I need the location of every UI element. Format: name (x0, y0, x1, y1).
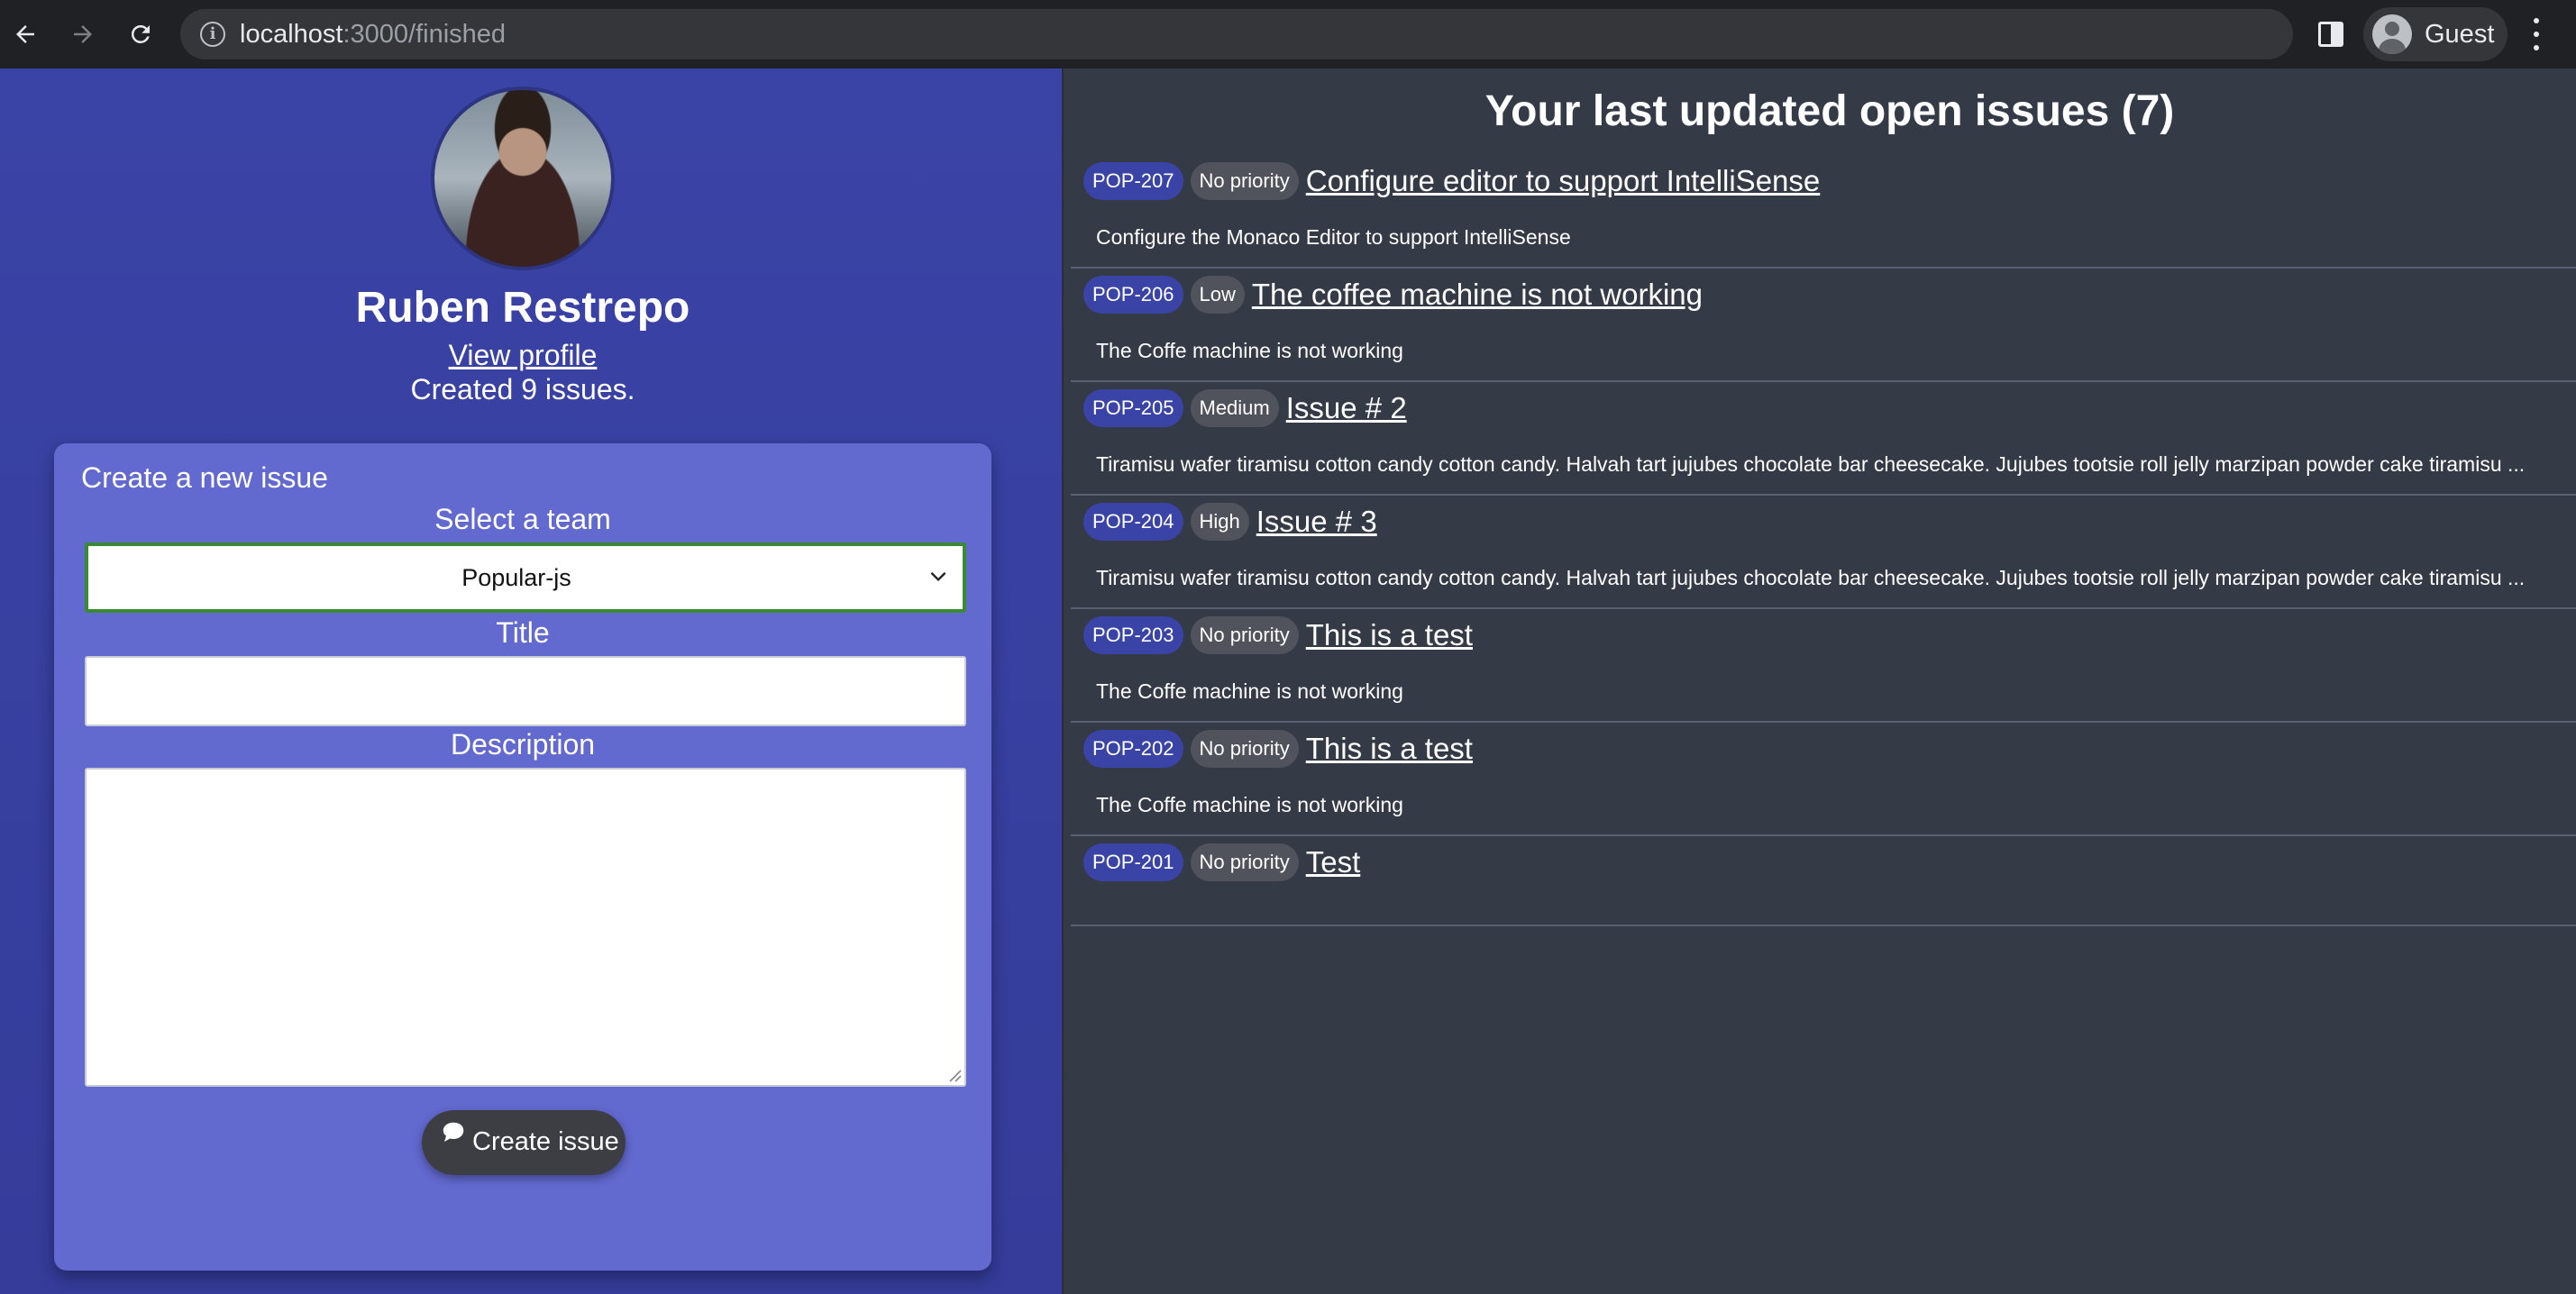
issue-description: The Coffe machine is not working (1096, 339, 1403, 362)
priority-badge: Low (1190, 276, 1245, 314)
issue-title-link[interactable]: The coffee machine is not working (1252, 278, 1703, 312)
issue-title-link[interactable]: Issue # 3 (1256, 505, 1377, 539)
user-name: Ruben Restrepo (355, 284, 690, 332)
site-info-icon[interactable]: i (200, 22, 225, 47)
team-select[interactable]: Popular-js (85, 542, 966, 613)
forward-icon[interactable] (61, 13, 105, 56)
issue-id-badge: POP-204 (1083, 503, 1183, 541)
issue-title-link[interactable]: Configure editor to support IntelliSense (1306, 164, 1821, 198)
view-profile-link[interactable]: View profile (0, 339, 1046, 372)
form-title: Create a new issue (81, 461, 328, 494)
issue-id-badge: POP-203 (1083, 616, 1183, 654)
address-bar[interactable]: i localhost:3000/finished (180, 9, 2293, 59)
issue-item: POP-205 Medium Issue # 2 Tiramisu wafer … (1071, 382, 2576, 496)
description-textarea[interactable] (85, 768, 966, 1087)
create-issue-label: Create issue (472, 1127, 619, 1156)
back-icon[interactable] (4, 13, 47, 56)
guest-avatar-icon (2372, 14, 2412, 54)
priority-badge: Medium (1190, 389, 1279, 427)
issues-heading: Your last updated open issues (7) (1484, 87, 2175, 135)
issue-item: POP-206 Low The coffee machine is not wo… (1071, 269, 2576, 382)
priority-badge: No priority (1190, 162, 1299, 200)
issue-item: POP-202 No priority This is a test The C… (1071, 723, 2576, 836)
issue-description: The Coffe machine is not working (1096, 793, 1403, 816)
title-input[interactable] (85, 656, 966, 726)
profile-panel: Ruben Restrepo View profile Created 9 is… (0, 68, 1062, 1294)
browser-menu-icon[interactable] (2531, 18, 2542, 50)
issue-id-badge: POP-205 (1083, 389, 1183, 427)
issues-panel: Your last updated open issues (7) POP-20… (1062, 68, 2576, 1294)
issue-title-link[interactable]: This is a test (1306, 618, 1473, 652)
issue-item: POP-204 High Issue # 3 Tiramisu wafer ti… (1071, 496, 2576, 609)
title-label: Title (496, 616, 550, 649)
chevron-down-icon (930, 571, 946, 582)
team-label: Select a team (434, 503, 611, 535)
view-profile-label[interactable]: View profile (449, 339, 598, 371)
created-issues-count: Created 9 issues. (410, 373, 635, 406)
profile-button[interactable]: Guest (2363, 7, 2507, 61)
url-text[interactable]: localhost:3000/finished (240, 20, 506, 49)
issue-id-badge: POP-202 (1083, 730, 1183, 768)
issue-title-link[interactable]: Test (1306, 845, 1361, 879)
priority-badge: No priority (1190, 730, 1299, 768)
issue-id-badge: POP-207 (1083, 162, 1183, 200)
priority-badge: No priority (1190, 616, 1299, 654)
issue-description: Tiramisu wafer tiramisu cotton candy cot… (1096, 452, 2526, 476)
url-host: localhost (240, 20, 343, 49)
issue-title-link[interactable]: Issue # 2 (1286, 391, 1407, 425)
issue-description: Configure the Monaco Editor to support I… (1096, 225, 1571, 249)
comment-icon (443, 1122, 464, 1142)
team-select-value: Popular-js (461, 564, 571, 591)
resize-handle-icon[interactable] (945, 1065, 963, 1083)
profile-label: Guest (2425, 20, 2495, 49)
issue-item: POP-207 No priority Configure editor to … (1071, 155, 2576, 269)
browser-toolbar: i localhost:3000/finished Guest (0, 0, 2576, 68)
reload-icon[interactable] (119, 13, 162, 56)
create-issue-form: Create a new issue Select a team Popular… (54, 443, 991, 1271)
user-avatar (431, 87, 615, 270)
issue-item: POP-203 No priority This is a test The C… (1071, 609, 2576, 723)
create-issue-button[interactable]: Create issue (422, 1110, 626, 1175)
issue-id-badge: POP-206 (1083, 276, 1183, 314)
issue-list: POP-207 No priority Configure editor to … (1071, 155, 2576, 926)
priority-badge: High (1190, 503, 1249, 541)
priority-badge: No priority (1190, 843, 1299, 881)
issue-item: POP-201 No priority Test (1071, 836, 2576, 926)
issue-title-link[interactable]: This is a test (1306, 732, 1473, 766)
side-panel-icon[interactable] (2318, 22, 2343, 47)
issue-id-badge: POP-201 (1083, 843, 1183, 881)
description-label: Description (450, 728, 596, 761)
issue-description: The Coffe machine is not working (1096, 679, 1403, 703)
url-path: :3000/finished (343, 20, 507, 49)
issue-description: Tiramisu wafer tiramisu cotton candy cot… (1096, 566, 2526, 589)
